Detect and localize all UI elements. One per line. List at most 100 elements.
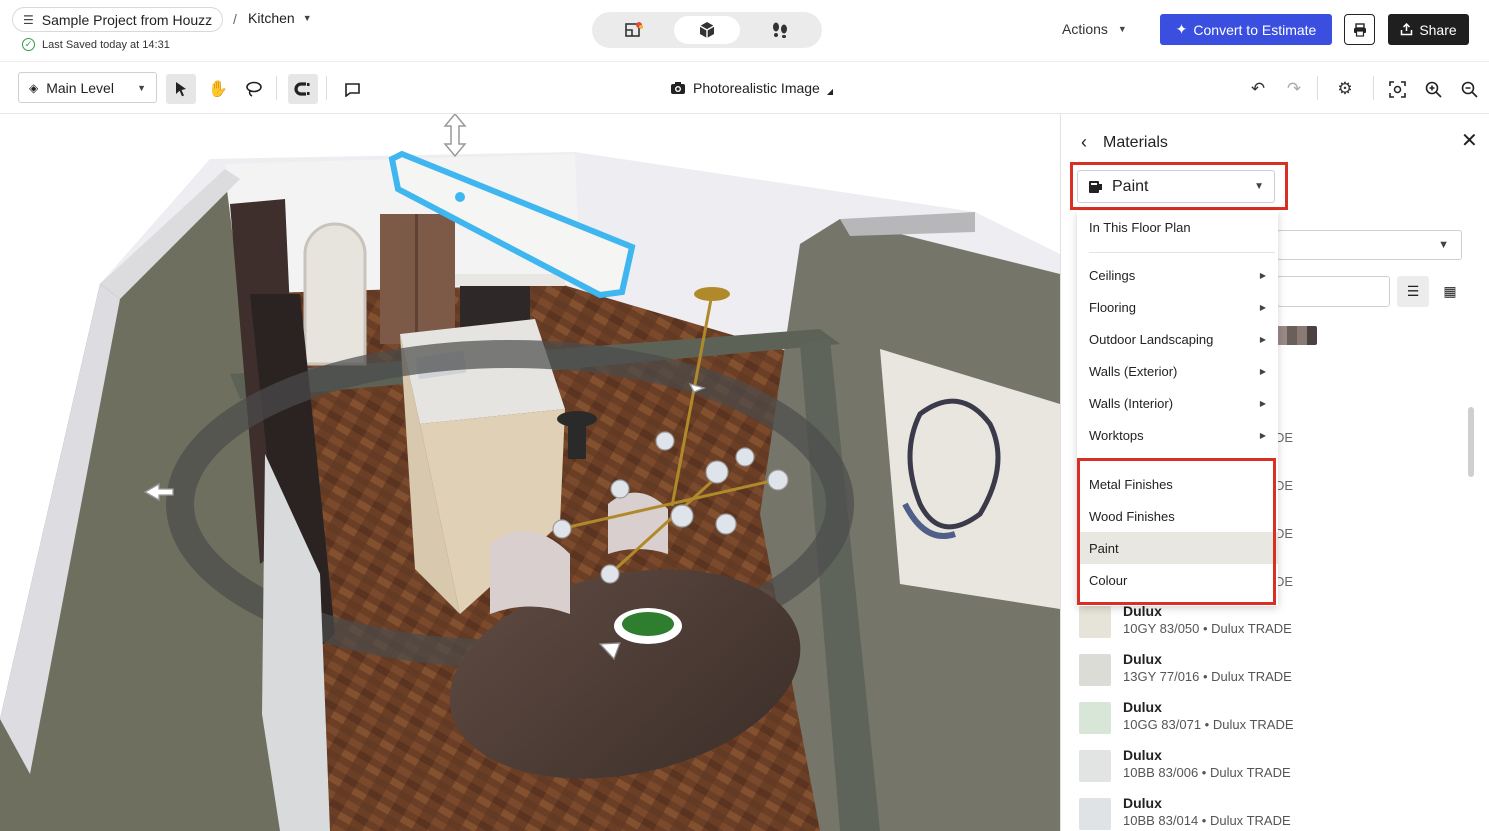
- dropdown-divider: [1089, 252, 1275, 253]
- share-button[interactable]: Share: [1388, 14, 1469, 45]
- search-input[interactable]: [1277, 276, 1390, 307]
- toolbar-divider: [1317, 76, 1318, 100]
- material-item[interactable]: Dulux 10GY 83/050 • Dulux TRADE: [1079, 603, 1459, 643]
- print-button[interactable]: [1344, 14, 1375, 45]
- zoom-in-icon: [1425, 81, 1442, 98]
- printer-icon: [1353, 22, 1366, 37]
- select-tool[interactable]: [166, 74, 196, 104]
- close-icon[interactable]: ✕: [1461, 128, 1478, 153]
- chevron-down-icon: ▼: [137, 82, 146, 93]
- redo-icon: ↷: [1286, 79, 1302, 98]
- lasso-tool[interactable]: [239, 74, 269, 104]
- highlight-box: [1070, 162, 1288, 210]
- dropdown-item-in-this-floor-plan[interactable]: In This Floor Plan: [1077, 211, 1278, 243]
- material-code: 10BB 83/014 • Dulux TRADE: [1123, 813, 1291, 828]
- grid-view-button[interactable]: ▦: [1437, 278, 1463, 304]
- camera-icon: [671, 81, 685, 94]
- material-code: 10GG 83/071 • Dulux TRADE: [1123, 717, 1294, 732]
- floor-plan-2d-view-button[interactable]: [601, 16, 667, 44]
- zoom-in-button[interactable]: [1420, 76, 1446, 102]
- cube-icon: [699, 22, 715, 38]
- back-chevron-icon[interactable]: ‹: [1081, 132, 1087, 153]
- chevron-right-icon: ▶: [1259, 430, 1266, 440]
- chevron-right-icon: ▶: [1259, 366, 1266, 376]
- cursor-arrow-icon: [176, 82, 186, 97]
- save-status-text: Last Saved today at 14:31: [42, 38, 170, 51]
- level-selector[interactable]: ◈ Main Level ▼: [18, 72, 157, 103]
- walkthrough-view-button[interactable]: [747, 16, 813, 44]
- list-view-button[interactable]: ☰: [1397, 276, 1429, 307]
- undo-button[interactable]: ↶: [1245, 76, 1271, 102]
- convert-label: Convert to Estimate: [1193, 21, 1317, 38]
- comment-tool[interactable]: [337, 74, 367, 104]
- settings-button[interactable]: ⚙: [1332, 76, 1358, 102]
- material-brand: Dulux: [1123, 651, 1162, 667]
- fit-view-button[interactable]: [1384, 76, 1410, 102]
- chevron-right-icon: ▶: [1259, 270, 1266, 280]
- view-mode-toggle: [592, 12, 822, 48]
- comment-icon: [344, 82, 360, 97]
- project-name-button[interactable]: ☰ Sample Project from Houzz: [12, 7, 224, 32]
- dropdown-item-walls-interior[interactable]: Walls (Interior) ▶: [1077, 387, 1278, 419]
- footsteps-icon: [772, 22, 787, 38]
- menu-icon: ☰: [23, 12, 34, 27]
- material-item[interactable]: Dulux 13GY 77/016 • Dulux TRADE: [1079, 651, 1459, 691]
- list-icon: ☰: [1406, 283, 1420, 299]
- color-swatch: [1079, 750, 1111, 782]
- convert-to-estimate-button[interactable]: ✦ Convert to Estimate: [1160, 14, 1332, 45]
- kitchen-3d-render: [0, 114, 1060, 831]
- chevron-right-icon: ▶: [1259, 398, 1266, 408]
- material-code: 10GY 83/050 • Dulux TRADE: [1123, 621, 1292, 636]
- share-icon: [1401, 23, 1413, 36]
- filter-select[interactable]: ▼: [1277, 230, 1462, 260]
- materials-panel: ‹ Materials ✕ ▼ ☰ ▦ DE DE DE DE Dulux 10…: [1060, 114, 1489, 831]
- material-item[interactable]: Dulux 10BB 83/006 • Dulux TRADE: [1079, 747, 1459, 787]
- corner-arrow-icon: ◢: [826, 87, 833, 96]
- editor-toolbar: ◈ Main Level ▼ ✋ Photorealistic Image ◢ …: [0, 62, 1489, 114]
- toolbar-divider: [1373, 76, 1374, 100]
- dropdown-item-label: Outdoor Landscaping: [1089, 331, 1214, 347]
- dropdown-item-label: Flooring: [1089, 299, 1136, 315]
- material-brand: Dulux: [1123, 795, 1162, 811]
- fit-to-screen-icon: [1388, 80, 1406, 98]
- recent-swatches[interactable]: [1277, 326, 1317, 345]
- actions-menu[interactable]: Actions ▼: [1062, 21, 1127, 37]
- chevron-right-icon: ▶: [1259, 334, 1266, 344]
- floor-plan-icon: [625, 22, 644, 37]
- 3d-view-button[interactable]: [673, 16, 740, 44]
- pan-tool[interactable]: ✋: [203, 74, 233, 104]
- room-selector[interactable]: Kitchen ▼: [248, 10, 312, 26]
- material-code: 10BB 83/006 • Dulux TRADE: [1123, 765, 1291, 780]
- magnet-snap-toggle[interactable]: [288, 74, 318, 104]
- redo-button[interactable]: ↷: [1281, 76, 1307, 102]
- highlight-box: [1077, 458, 1276, 605]
- panel-scrollbar[interactable]: [1468, 407, 1474, 477]
- dropdown-item-worktops[interactable]: Worktops ▶: [1077, 419, 1278, 451]
- grid-icon: ▦: [1443, 282, 1457, 299]
- check-circle-icon: ✓: [22, 38, 35, 51]
- dropdown-item-flooring[interactable]: Flooring ▶: [1077, 291, 1278, 323]
- color-swatch: [1079, 702, 1111, 734]
- dropdown-item-ceilings[interactable]: Ceilings ▶: [1077, 259, 1278, 291]
- dropdown-item-label: Walls (Interior): [1089, 395, 1174, 411]
- photorealistic-image-button[interactable]: Photorealistic Image ◢: [670, 79, 833, 96]
- chevron-down-icon: ▼: [1117, 24, 1127, 34]
- dropdown-item-label: Worktops: [1089, 427, 1144, 443]
- dropdown-item-outdoor-landscaping[interactable]: Outdoor Landscaping ▶: [1077, 323, 1278, 355]
- material-brand: Dulux: [1123, 699, 1162, 715]
- material-item[interactable]: Dulux 10BB 83/014 • Dulux TRADE: [1079, 795, 1459, 831]
- material-item[interactable]: Dulux 10GG 83/071 • Dulux TRADE: [1079, 699, 1459, 739]
- color-swatch: [1079, 798, 1111, 830]
- layers-icon: ◈: [29, 80, 39, 95]
- panel-header: ‹ Materials: [1081, 132, 1168, 153]
- photorealistic-label: Photorealistic Image: [693, 79, 820, 96]
- 3d-viewport[interactable]: [0, 114, 1060, 831]
- app-header: ☰ Sample Project from Houzz / Kitchen ▼ …: [0, 0, 1489, 62]
- dropdown-item-label: Ceilings: [1089, 267, 1136, 283]
- zoom-out-button[interactable]: [1456, 76, 1482, 102]
- gear-icon: ⚙: [1337, 79, 1353, 98]
- dropdown-item-label: Walls (Exterior): [1089, 363, 1178, 379]
- material-code: 13GY 77/016 • Dulux TRADE: [1123, 669, 1292, 684]
- share-label: Share: [1419, 21, 1457, 38]
- dropdown-item-walls-exterior[interactable]: Walls (Exterior) ▶: [1077, 355, 1278, 387]
